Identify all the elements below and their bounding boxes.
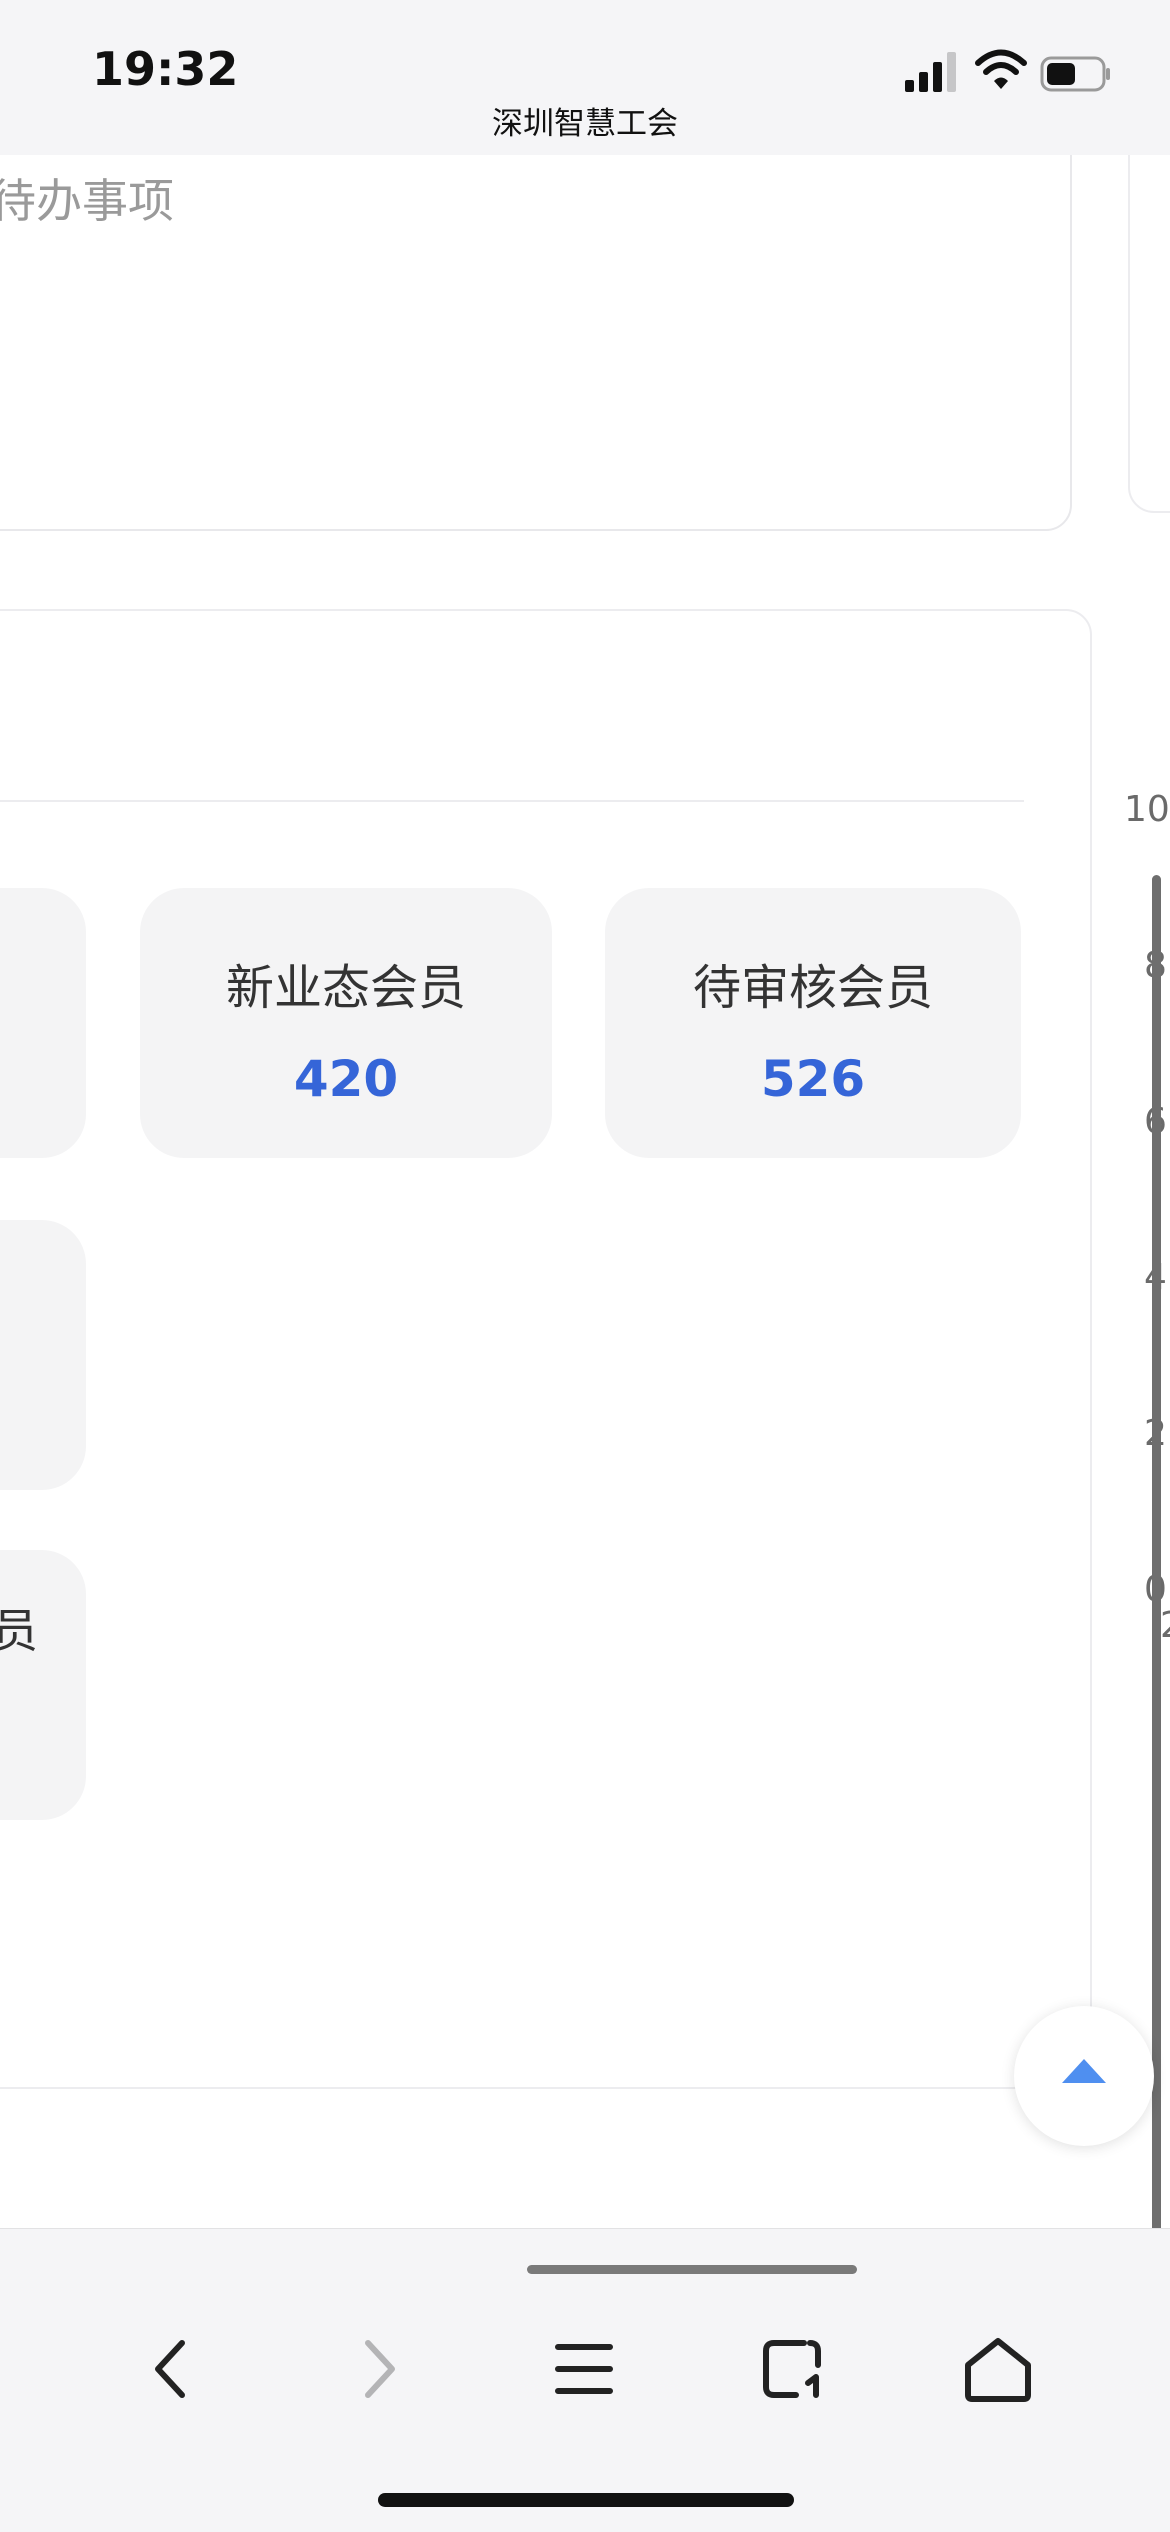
chevron-left-icon (155, 2340, 185, 2398)
battery-icon (1040, 56, 1110, 92)
page-title: 深圳智慧工会 (492, 106, 678, 142)
todo-card: 无待办事项 (0, 155, 1072, 531)
menu-button[interactable] (536, 2321, 632, 2417)
home-indicator (378, 2493, 794, 2507)
home-button[interactable] (950, 2321, 1046, 2417)
stat-tile-label: 新业态会员 (225, 960, 466, 1016)
stat-tile-partial-label: 员 (0, 1604, 38, 1658)
member-stats-card (0, 609, 1092, 2089)
browser-toolbar (0, 2228, 1170, 2532)
menu-icon (555, 2344, 613, 2394)
chevron-right-icon (365, 2340, 395, 2398)
stat-tile-new-business-members[interactable]: 新业态会员 420 (140, 888, 552, 1158)
status-time: 19:32 (92, 42, 239, 96)
scroll-to-top-button[interactable] (1014, 2006, 1154, 2146)
status-bar: 19:32 深圳智慧工会 (0, 0, 1170, 155)
signal-icon (905, 52, 956, 92)
todo-empty-text: 无待办事项 (0, 174, 174, 228)
stat-tile-partial[interactable] (0, 1550, 86, 1820)
tabs-button[interactable] (744, 2321, 840, 2417)
web-content: 无待办事项 员 新业态会员 420 待审核会员 526 10 8 6 4 2 0… (0, 155, 1170, 2228)
stat-tile-value: 526 (760, 1050, 866, 1108)
axis-tick-label: 10 (1124, 789, 1170, 830)
side-card (1128, 155, 1170, 513)
stat-tile-label: 待审核会员 (692, 960, 933, 1016)
sheet-grab-handle[interactable] (527, 2265, 857, 2274)
scrollbar[interactable] (1152, 875, 1161, 2228)
axis-x-label-fragment: 2 (1160, 1605, 1170, 1646)
stat-tile-value: 420 (293, 1050, 399, 1108)
back-button[interactable] (124, 2321, 220, 2417)
triangle-up-icon (1062, 2059, 1106, 2083)
wifi-icon (975, 49, 1027, 89)
stat-tile-pending-review-members[interactable]: 待审核会员 526 (605, 888, 1021, 1158)
stat-tile-partial[interactable] (0, 1220, 86, 1490)
forward-button[interactable] (330, 2321, 426, 2417)
home-icon (965, 2338, 1031, 2402)
stat-tile-partial[interactable] (0, 888, 86, 1158)
tabs-icon (763, 2340, 821, 2398)
stats-divider (0, 800, 1024, 802)
